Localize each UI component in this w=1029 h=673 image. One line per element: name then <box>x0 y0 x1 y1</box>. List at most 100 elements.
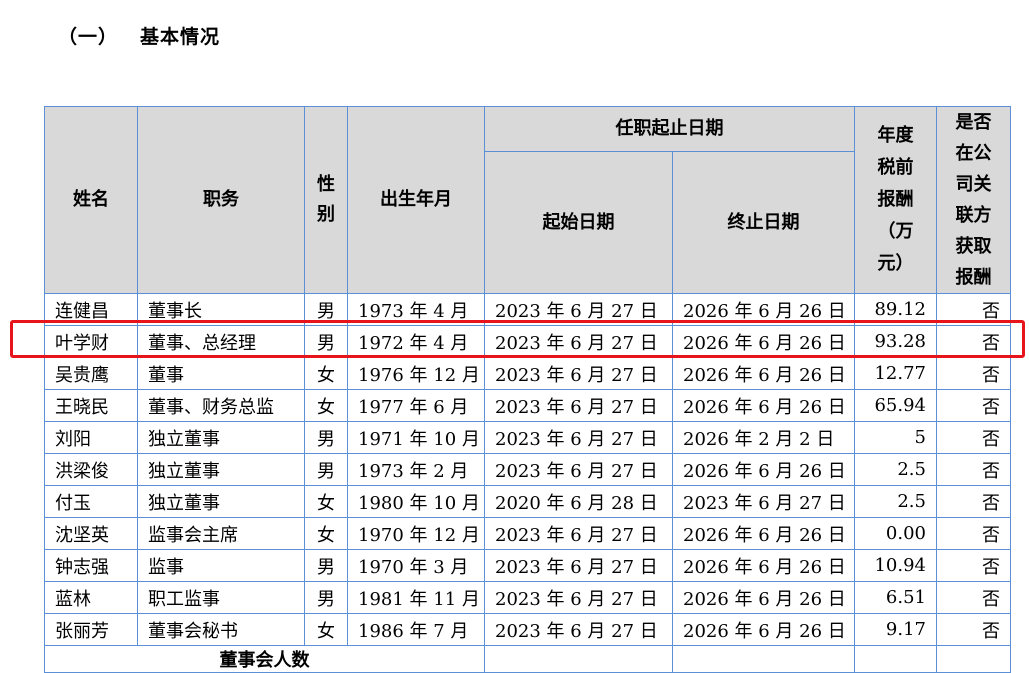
cell-end: 2026 年 6 月 26 日 <box>672 389 855 422</box>
cell-end: 2026 年 6 月 26 日 <box>672 613 855 646</box>
cell-birth: 1981 年 11 月 <box>347 581 485 614</box>
cell-name: 叶学财 <box>44 325 138 358</box>
cell-end: 2026 年 6 月 26 日 <box>672 453 855 486</box>
cell-position: 董事、财务总监 <box>137 389 305 422</box>
cell-gender: 男 <box>304 421 348 454</box>
table-row: 钟志强 监事男 1970 年 3 月 2023 年 6 月 27 日 2026 年 6 … <box>44 549 1011 582</box>
cell-position: 独立董事 <box>137 421 305 454</box>
cell-name: 沈坚英 <box>44 517 138 550</box>
cell-name: 洪梁俊 <box>44 453 138 486</box>
cell-name: 付玉 <box>44 485 138 518</box>
cell-salary: 5 <box>854 421 937 454</box>
cell-related: 否 <box>936 389 1011 422</box>
table-row: 叶学财 董事、总经理男 1972 年 4 月 2023 年 6 月 27 日 2026 … <box>44 325 1011 358</box>
table-row: 付玉 独立董事女 1980 年 10 月 2020 年 6 月 28 日 2023 年 … <box>44 485 1011 518</box>
cell-gender: 男 <box>304 453 348 486</box>
cell-position: 董事会秘书 <box>137 613 305 646</box>
cell-birth: 1976 年 12 月 <box>347 357 485 390</box>
cell-salary: 12.77 <box>854 357 937 390</box>
cell-name: 蓝林 <box>44 581 138 614</box>
footer-cell <box>672 645 855 673</box>
cell-related: 否 <box>936 325 1011 358</box>
cell-related: 否 <box>936 293 1011 326</box>
cell-start: 2023 年 6 月 27 日 <box>484 453 673 486</box>
cell-start: 2020 年 6 月 28 日 <box>484 485 673 518</box>
cell-start: 2023 年 6 月 27 日 <box>484 389 673 422</box>
cell-start: 2023 年 6 月 27 日 <box>484 357 673 390</box>
cell-birth: 1970 年 3 月 <box>347 549 485 582</box>
cell-end: 2026 年 6 月 26 日 <box>672 293 855 326</box>
cell-birth: 1986 年 7 月 <box>347 613 485 646</box>
section-heading: （一） 基本情况 <box>58 22 220 49</box>
cell-position: 独立董事 <box>137 485 305 518</box>
cell-position: 董事、总经理 <box>137 325 305 358</box>
header-name: 姓名 <box>44 106 138 294</box>
cell-position: 董事长 <box>137 293 305 326</box>
cell-name: 钟志强 <box>44 549 138 582</box>
cell-salary: 89.12 <box>854 293 937 326</box>
footer-cell <box>854 645 937 673</box>
management-table: 姓名 职务 性别 出生年月 任职起止日期 年度税前报酬（万元） 是否在公司关联方… <box>44 106 1011 673</box>
cell-gender: 男 <box>304 325 348 358</box>
cell-position: 监事 <box>137 549 305 582</box>
cell-birth: 1977 年 6 月 <box>347 389 485 422</box>
cell-gender: 男 <box>304 581 348 614</box>
cell-related: 否 <box>936 453 1011 486</box>
cell-end: 2026 年 2 月 2 日 <box>672 421 855 454</box>
header-salary: 年度税前报酬（万元） <box>854 106 937 294</box>
cell-related: 否 <box>936 421 1011 454</box>
cell-related: 否 <box>936 549 1011 582</box>
header-gender: 性别 <box>304 106 348 294</box>
cell-position: 监事会主席 <box>137 517 305 550</box>
cell-related: 否 <box>936 357 1011 390</box>
cell-start: 2023 年 6 月 27 日 <box>484 293 673 326</box>
header-start: 起始日期 <box>484 151 673 294</box>
section-title: 基本情况 <box>140 26 221 48</box>
cell-name: 张丽芳 <box>44 613 138 646</box>
cell-name: 吴贵鹰 <box>44 357 138 390</box>
header-end: 终止日期 <box>672 151 855 294</box>
cell-salary: 10.94 <box>854 549 937 582</box>
cell-end: 2026 年 6 月 26 日 <box>672 517 855 550</box>
footer-label: 董事会人数 <box>44 645 485 673</box>
cell-gender: 女 <box>304 389 348 422</box>
cell-gender: 女 <box>304 517 348 550</box>
cell-birth: 1973 年 2 月 <box>347 453 485 486</box>
table-row: 刘阳 独立董事男 1971 年 10 月 2023 年 6 月 27 日 2026 年 … <box>44 421 1011 454</box>
cell-start: 2023 年 6 月 27 日 <box>484 517 673 550</box>
cell-birth: 1972 年 4 月 <box>347 325 485 358</box>
cell-end: 2026 年 6 月 26 日 <box>672 357 855 390</box>
table-row: 蓝林 职工监事男 1981 年 11 月 2023 年 6 月 27 日 2026 年 … <box>44 581 1011 614</box>
header-related: 是否在公司关联方获取报酬 <box>936 106 1011 294</box>
cell-start: 2023 年 6 月 27 日 <box>484 613 673 646</box>
header-term: 任职起止日期 <box>484 106 855 152</box>
cell-start: 2023 年 6 月 27 日 <box>484 421 673 454</box>
cell-position: 董事 <box>137 357 305 390</box>
cell-birth: 1971 年 10 月 <box>347 421 485 454</box>
cell-gender: 女 <box>304 357 348 390</box>
cell-start: 2023 年 6 月 27 日 <box>484 581 673 614</box>
cell-name: 刘阳 <box>44 421 138 454</box>
cell-gender: 女 <box>304 613 348 646</box>
table-row: 王晓民 董事、财务总监女 1977 年 6 月 2023 年 6 月 27 日 2026… <box>44 389 1011 422</box>
cell-gender: 女 <box>304 485 348 518</box>
cell-related: 否 <box>936 517 1011 550</box>
table-row: 沈坚英 监事会主席女 1970 年 12 月 2023 年 6 月 27 日 2026 … <box>44 517 1011 550</box>
cell-birth: 1980 年 10 月 <box>347 485 485 518</box>
cell-name: 王晓民 <box>44 389 138 422</box>
cell-start: 2023 年 6 月 27 日 <box>484 325 673 358</box>
cell-gender: 男 <box>304 293 348 326</box>
cell-name: 连健昌 <box>44 293 138 326</box>
cell-position: 职工监事 <box>137 581 305 614</box>
header-position: 职务 <box>137 106 305 294</box>
cell-salary: 0.00 <box>854 517 937 550</box>
cell-salary: 2.5 <box>854 453 937 486</box>
cell-birth: 1973 年 4 月 <box>347 293 485 326</box>
cell-end: 2026 年 6 月 26 日 <box>672 325 855 358</box>
table-row: 洪梁俊 独立董事男 1973 年 2 月 2023 年 6 月 27 日 2026 年 … <box>44 453 1011 486</box>
cell-salary: 2.5 <box>854 485 937 518</box>
cell-birth: 1970 年 12 月 <box>347 517 485 550</box>
table-row: 张丽芳 董事会秘书女 1986 年 7 月 2023 年 6 月 27 日 2026 年… <box>44 613 1011 646</box>
cell-related: 否 <box>936 613 1011 646</box>
footer-cell <box>484 645 673 673</box>
